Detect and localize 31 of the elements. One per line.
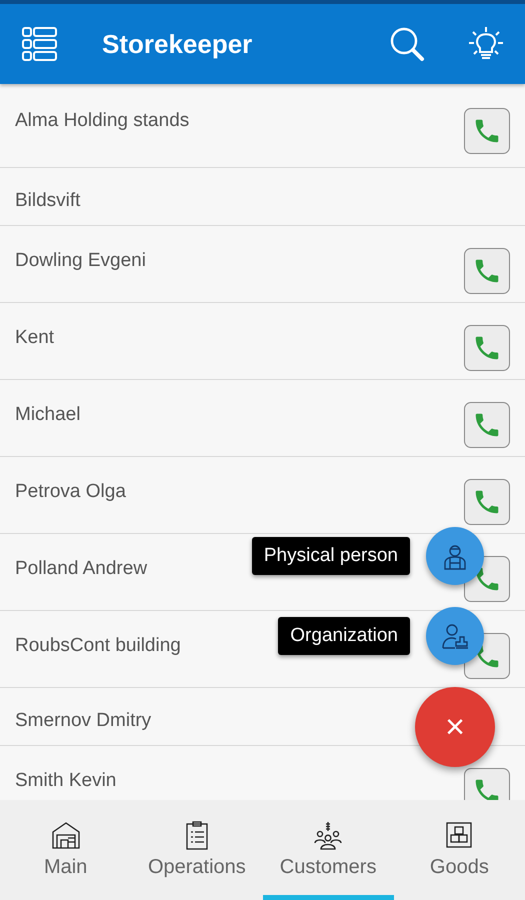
call-button[interactable] bbox=[464, 108, 510, 154]
customer-name[interactable]: Alma Holding stands bbox=[15, 110, 190, 132]
nav-tab[interactable]: Main bbox=[0, 800, 132, 900]
customer-name[interactable]: Polland Andrew bbox=[15, 558, 148, 580]
customer-name[interactable]: Smernov Dmitry bbox=[15, 710, 152, 732]
warehouse-icon bbox=[50, 820, 81, 850]
call-button[interactable] bbox=[464, 325, 510, 371]
add-customer-button[interactable] bbox=[426, 527, 484, 585]
customer-name[interactable]: RoubsCont building bbox=[15, 635, 181, 657]
nav-tab[interactable]: Operations bbox=[131, 800, 262, 900]
close-button[interactable]: × bbox=[415, 687, 495, 767]
menu-icon[interactable] bbox=[22, 26, 58, 62]
nav-tab[interactable]: Goods bbox=[394, 800, 525, 900]
search-icon[interactable] bbox=[389, 26, 425, 62]
fab-label: Physical person bbox=[252, 537, 410, 575]
customer-name[interactable]: Bildsvift bbox=[15, 190, 80, 212]
call-button[interactable] bbox=[464, 402, 510, 448]
boxes-icon bbox=[444, 820, 474, 850]
customer-name[interactable]: Michael bbox=[15, 404, 80, 426]
call-button[interactable] bbox=[464, 248, 510, 294]
customer-name[interactable]: Kent bbox=[15, 327, 54, 349]
customers-icon bbox=[313, 820, 344, 850]
app-title: Storekeeper bbox=[102, 28, 254, 60]
nav-tab[interactable]: Customers bbox=[262, 800, 394, 900]
customer-name[interactable]: Dowling Evgeni bbox=[15, 250, 146, 272]
customer-name[interactable]: Petrova Olga bbox=[15, 481, 126, 503]
add-customer-button[interactable] bbox=[426, 607, 484, 665]
fab-label: Organization bbox=[278, 617, 410, 655]
customer-name[interactable]: Smith Kevin bbox=[15, 770, 116, 792]
lightbulb-icon[interactable] bbox=[469, 26, 503, 62]
call-button[interactable] bbox=[464, 479, 510, 525]
